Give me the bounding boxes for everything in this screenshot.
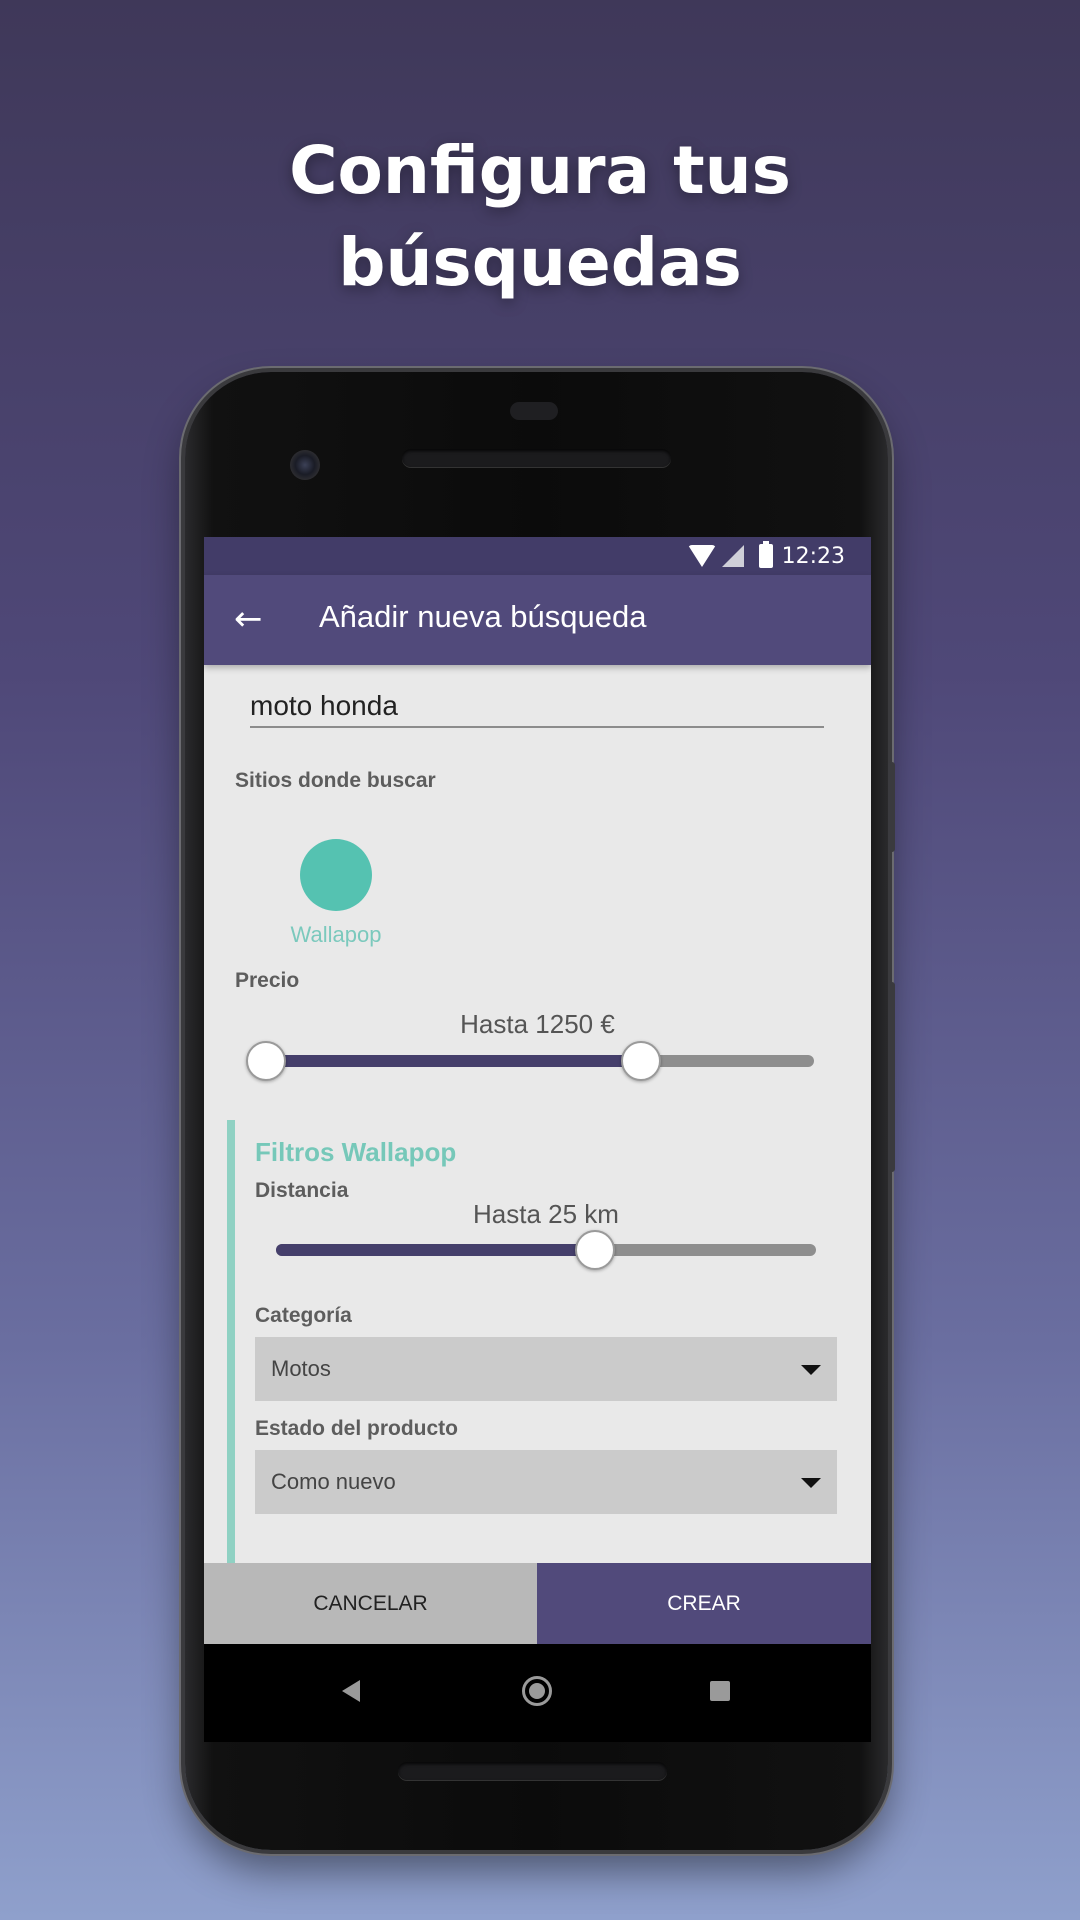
distance-slider-thumb[interactable] (574, 1230, 615, 1270)
price-slider-range (256, 1055, 642, 1067)
bottom-speaker (398, 1762, 667, 1780)
nav-back-icon[interactable] (342, 1680, 360, 1702)
front-camera-icon (290, 450, 320, 480)
back-arrow-icon[interactable]: ← (234, 602, 263, 636)
site-wallapop-toggle[interactable] (300, 839, 372, 911)
price-slider-max-thumb[interactable] (621, 1041, 662, 1081)
signal-icon (722, 545, 744, 567)
proximity-sensor (510, 402, 558, 420)
site-wallapop-label: Wallapop (290, 922, 382, 947)
condition-selected-value: Como nuevo (271, 1469, 396, 1494)
distance-value: Hasta 25 km (473, 1199, 619, 1229)
status-time: 12:23 (781, 544, 845, 569)
headline-line-2: búsquedas (338, 224, 742, 301)
android-nav-bar (204, 1644, 871, 1742)
nav-recents-icon[interactable] (710, 1681, 730, 1701)
nav-home-icon[interactable] (522, 1676, 552, 1706)
headline-line-1: Configura tus (289, 132, 791, 209)
filters-title: Filtros Wallapop (255, 1137, 457, 1167)
app-screen: 12:23 ← Añadir nueva búsqueda moto honda… (204, 537, 871, 1644)
category-label: Categoría (255, 1304, 352, 1327)
app-bar: ← Añadir nueva búsqueda (204, 575, 871, 665)
earpiece-speaker (402, 449, 671, 467)
promo-headline: Configura tus búsquedas (0, 125, 1080, 309)
price-label: Precio (235, 969, 300, 992)
condition-label: Estado del producto (255, 1417, 459, 1440)
power-button (888, 762, 895, 852)
category-select[interactable]: Motos (255, 1337, 837, 1401)
create-button[interactable]: CREAR (537, 1563, 871, 1644)
phone-frame: 12:23 ← Añadir nueva búsqueda moto honda… (185, 372, 895, 1850)
price-value: Hasta 1250 € (460, 1009, 615, 1039)
wifi-icon (688, 545, 716, 567)
volume-button (888, 982, 895, 1172)
cancel-button[interactable]: CANCELAR (204, 1563, 537, 1644)
status-bar: 12:23 (204, 537, 871, 575)
dropdown-arrow-icon (801, 1365, 821, 1375)
category-selected-value: Motos (271, 1356, 331, 1381)
battery-icon (759, 541, 773, 568)
page-title: Añadir nueva búsqueda (319, 599, 647, 634)
search-query-input[interactable]: moto honda (250, 684, 824, 728)
price-slider-min-thumb[interactable] (246, 1041, 286, 1081)
condition-select[interactable]: Como nuevo (255, 1450, 837, 1514)
dropdown-arrow-icon (801, 1478, 821, 1488)
distance-slider-fill (276, 1244, 595, 1256)
sites-label: Sitios donde buscar (235, 769, 436, 792)
